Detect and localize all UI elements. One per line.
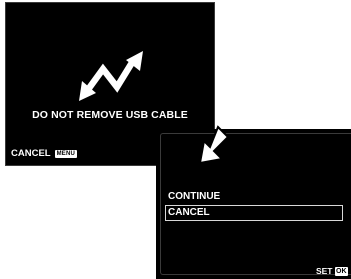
selection-screen: CONTINUE CANCEL SET OK xyxy=(156,129,351,279)
menu-button-icon: MENU xyxy=(54,149,78,158)
set-label: SET xyxy=(315,266,333,276)
menu-item-continue[interactable]: CONTINUE xyxy=(165,189,343,205)
ok-button-icon: OK xyxy=(334,266,348,276)
arrow-down-left-icon xyxy=(198,125,230,165)
set-hint[interactable]: SET OK xyxy=(316,266,348,276)
cancel-label: CANCEL xyxy=(11,148,51,159)
menu-list: CONTINUE CANCEL xyxy=(165,189,343,221)
usb-connection-icon xyxy=(79,51,143,101)
cancel-hint[interactable]: CANCEL MENU xyxy=(11,148,78,159)
instruction-illustration: DO NOT REMOVE USB CABLE CANCEL MENU CONT… xyxy=(0,0,351,279)
menu-item-cancel[interactable]: CANCEL xyxy=(165,205,343,221)
usb-warning-text: DO NOT REMOVE USB CABLE xyxy=(32,109,188,121)
